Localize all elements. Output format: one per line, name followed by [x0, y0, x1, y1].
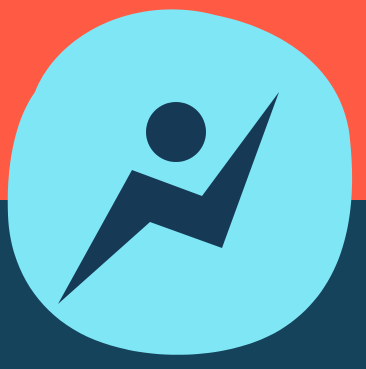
running-person-bolt-logo-icon — [7, 9, 353, 355]
logo-canvas — [0, 0, 366, 369]
blob-shape — [7, 9, 353, 355]
figure-head — [146, 102, 206, 162]
